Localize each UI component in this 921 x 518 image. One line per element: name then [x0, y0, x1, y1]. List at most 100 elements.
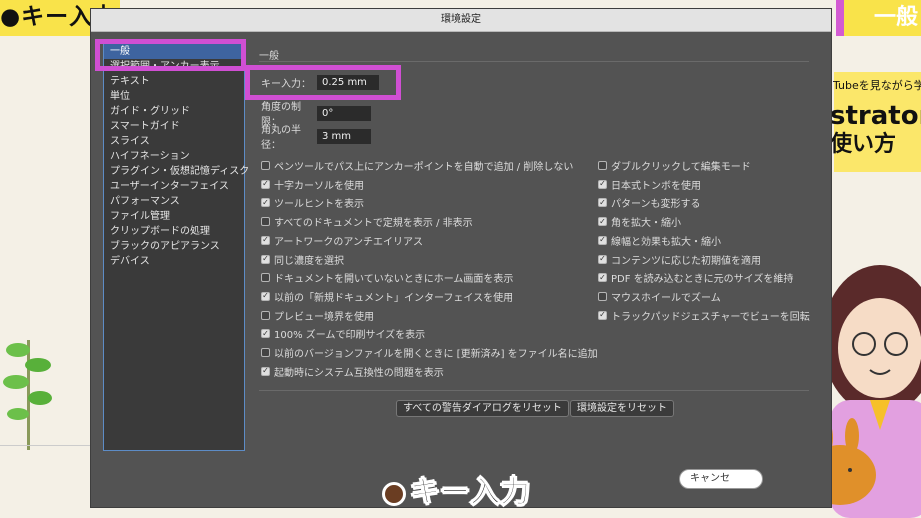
sidebar-item-type[interactable]: テキスト: [104, 74, 244, 89]
corner-radius-label: 角丸の半径：: [261, 125, 301, 151]
sidebar-item-guides-grid[interactable]: ガイド・グリッド: [104, 104, 244, 119]
sidebar-item-hyphenation[interactable]: ハイフネーション: [104, 149, 244, 164]
option-label: アートワークのアンチエイリアス: [274, 236, 423, 248]
checkbox[interactable]: ✓: [261, 179, 270, 189]
option-label: ダブルクリックして編集モード: [611, 162, 751, 173]
option-label: 以前のバージョンファイルを開くときに [更新済み] をファイル名に追加: [274, 349, 598, 360]
floor-line: [0, 445, 95, 446]
promo-line-1: Tubeを見ながら学べる: [833, 79, 921, 92]
checkbox[interactable]: ✓: [598, 273, 607, 283]
option-label: ペンツールでパス上にアンカーポイントを自動で追加 / 削除しない: [274, 162, 574, 173]
option-row[interactable]: ✓ 日本式トンボを使用: [598, 177, 701, 192]
bullet-dot-icon: [382, 481, 406, 506]
sidebar-item-clipboard[interactable]: クリップボードの処理: [104, 224, 244, 239]
option-label: すべてのドキュメントで定規を表示 / 非表示: [274, 218, 473, 230]
option-row[interactable]: ✓ 同じ濃度を選択: [261, 252, 344, 267]
subtitle-text: キー入力: [410, 475, 531, 511]
option-row[interactable]: マウスホイールでズーム: [598, 289, 721, 304]
option-label: 角を拡大・縮小: [611, 218, 681, 230]
checkbox[interactable]: [261, 161, 270, 170]
option-row[interactable]: 以前のバージョンファイルを開くときに [更新済み] をファイル名に追加: [261, 345, 598, 360]
option-label: 100% ズームで印刷サイズを表示: [274, 330, 426, 342]
option-row[interactable]: ペンツールでパス上にアンカーポイントを自動で追加 / 削除しない: [261, 158, 573, 173]
checkbox[interactable]: [261, 217, 270, 227]
reset-preferences-button[interactable]: 環境設定をリセット: [570, 400, 674, 417]
sidebar-item-black-appearance[interactable]: ブラックのアピアランス: [104, 239, 244, 254]
highlight-key-increment: [245, 65, 401, 100]
option-label: コンテンツに応じた初期値を適用: [611, 255, 761, 267]
preferences-dialog: 環境設定 一般 選択範囲・アンカー表示 テキスト 単位 ガイド・グリッド スマー…: [90, 8, 832, 508]
section-divider: [259, 61, 809, 62]
sidebar-item-file-handling[interactable]: ファイル管理: [104, 209, 244, 224]
sidebar-item-plugins[interactable]: プラグイン・仮想記憶ディスク: [104, 164, 249, 179]
option-label: PDF を読み込むときに元のサイズを維持: [611, 274, 794, 286]
plant-illustration: [3, 340, 52, 450]
constrain-angle-input[interactable]: 0°: [317, 105, 371, 121]
sidebar-item-smart-guides[interactable]: スマートガイド: [104, 119, 244, 134]
sidebar-item-user-interface[interactable]: ユーザーインターフェイス: [104, 179, 244, 194]
option-row[interactable]: ✓ ツールヒントを表示: [261, 195, 364, 210]
preferences-sidebar: 一般 選択範囲・アンカー表示 テキスト 単位 ガイド・グリッド スマートガイド …: [103, 43, 249, 451]
sidebar-item-units[interactable]: 単位: [104, 89, 244, 104]
option-label: プレビュー境界を使用: [274, 311, 374, 323]
option-row[interactable]: ✓ トラックパッドジェスチャーでビューを回転: [598, 308, 810, 323]
option-row[interactable]: ✓ パターンも変形する: [598, 195, 701, 210]
option-row[interactable]: ✓ コンテンツに応じた初期値を適用: [598, 252, 761, 267]
subtitle-caption: キー入力: [382, 467, 531, 511]
sidebar-item-slices[interactable]: スライス: [104, 134, 244, 149]
option-row[interactable]: ✓ 線幅と効果も拡大・縮小: [598, 233, 721, 248]
reset-warnings-button[interactable]: すべての警告ダイアログをリセット: [396, 400, 569, 417]
caption-band-top-right: 一般: [836, 0, 921, 36]
option-row[interactable]: ✓ 十字カーソルを使用: [261, 177, 364, 192]
checkbox[interactable]: [261, 273, 270, 283]
option-label: 日本式トンボを使用: [611, 180, 701, 192]
checkbox[interactable]: [261, 348, 270, 357]
option-row[interactable]: ✓ PDF を読み込むときに元のサイズを維持: [598, 270, 793, 285]
option-row[interactable]: ✓ 起動時にシステム互換性の問題を表示: [261, 364, 444, 379]
option-label: パターンも変形する: [611, 199, 701, 211]
option-label: ドキュメントを開いていないときにホーム画面を表示: [274, 274, 514, 286]
checkbox[interactable]: ✓: [261, 291, 270, 301]
dialog-title: 環境設定: [91, 9, 831, 32]
option-label: トラックパッドジェスチャーでビューを回転: [611, 311, 810, 323]
option-row[interactable]: ドキュメントを開いていないときにホーム画面を表示: [261, 270, 513, 285]
option-row[interactable]: ✓ アートワークのアンチエイリアス: [261, 233, 423, 248]
checkbox[interactable]: ✓: [261, 329, 270, 339]
option-label: 起動時にシステム互換性の問題を表示: [274, 367, 444, 379]
option-label: マウスホイールでズーム: [611, 292, 721, 304]
checkbox[interactable]: ✓: [598, 235, 607, 245]
option-label: 以前の「新規ドキュメント」インターフェイスを使用: [274, 292, 514, 304]
checkbox[interactable]: ✓: [261, 198, 270, 208]
highlight-general: [95, 39, 246, 71]
checkbox[interactable]: [261, 310, 270, 320]
option-row[interactable]: すべてのドキュメントで定規を表示 / 非表示: [261, 214, 473, 229]
option-row[interactable]: プレビュー境界を使用: [261, 308, 374, 323]
checkbox[interactable]: [598, 291, 607, 301]
checkbox[interactable]: ✓: [598, 254, 607, 264]
option-label: 線幅と効果も拡大・縮小: [611, 236, 721, 248]
corner-radius-row: 角丸の半径： 3 mm: [261, 121, 371, 151]
option-label: 同じ濃度を選択: [274, 255, 344, 267]
checkbox[interactable]: ✓: [598, 217, 607, 227]
section-title: 一般: [259, 51, 279, 62]
cancel-button[interactable]: キャンセ: [679, 469, 763, 489]
promo-line-3: 使い方: [830, 132, 897, 157]
checkbox[interactable]: ✓: [598, 179, 607, 189]
checkbox[interactable]: ✓: [261, 254, 270, 264]
option-label: 十字カーソルを使用: [274, 180, 364, 192]
caption-top-right: 一般: [874, 5, 919, 30]
bottom-divider: [259, 390, 809, 391]
option-row[interactable]: ✓ 以前の「新規ドキュメント」インターフェイスを使用: [261, 289, 513, 304]
option-label: ツールヒントを表示: [274, 199, 364, 211]
option-row[interactable]: ✓ 角を拡大・縮小: [598, 214, 681, 229]
checkbox[interactable]: ✓: [598, 310, 607, 320]
checkbox[interactable]: ✓: [598, 198, 607, 208]
sidebar-item-devices[interactable]: デバイス: [104, 254, 244, 269]
checkbox[interactable]: [598, 161, 607, 170]
corner-radius-input[interactable]: 3 mm: [317, 128, 371, 144]
option-row[interactable]: ✓ 100% ズームで印刷サイズを表示: [261, 326, 425, 341]
checkbox[interactable]: ✓: [261, 235, 270, 245]
sidebar-item-performance[interactable]: パフォーマンス: [104, 194, 244, 209]
checkbox[interactable]: ✓: [261, 366, 270, 376]
option-row[interactable]: ダブルクリックして編集モード: [598, 158, 751, 173]
